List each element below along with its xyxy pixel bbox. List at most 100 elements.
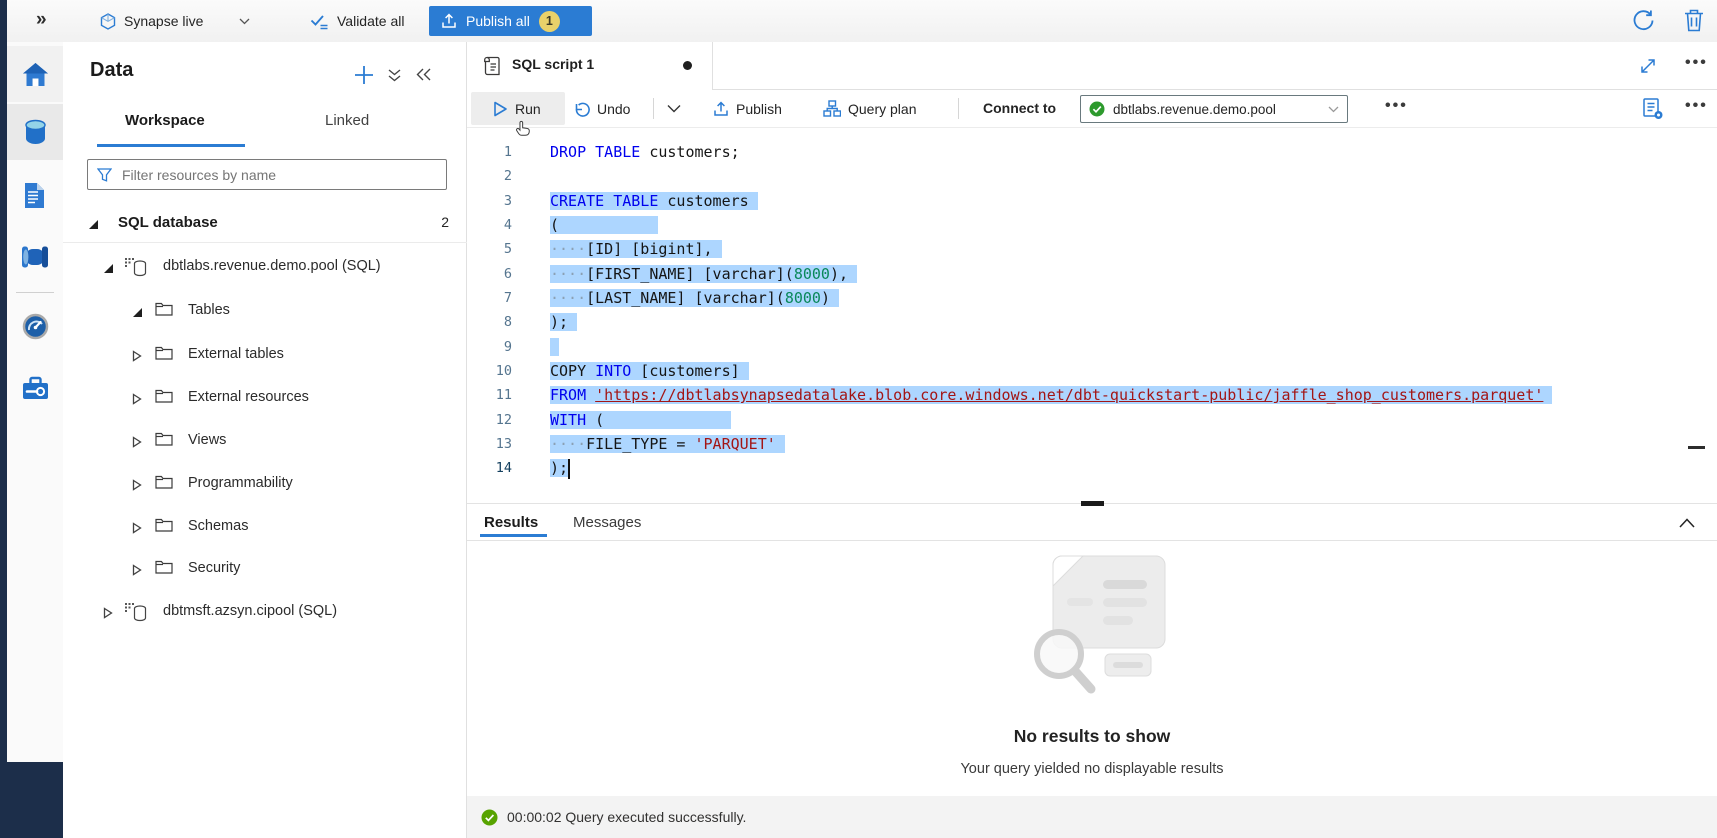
tree-item-label: dbtlabs.revenue.demo.pool (SQL) xyxy=(163,258,381,274)
line-number: 7 xyxy=(467,286,512,310)
tree-expander-icon[interactable] xyxy=(88,217,99,235)
tree-item-external-resources[interactable]: External resources xyxy=(63,380,466,418)
line-number: 8 xyxy=(467,310,512,334)
code-line[interactable]: 1DROP TABLE customers; xyxy=(467,140,1717,164)
tree-item-tables[interactable]: Tables xyxy=(63,293,466,331)
filter-funnel-icon xyxy=(97,168,112,182)
editor-more-actions-button[interactable]: ••• xyxy=(1685,97,1708,115)
tab-linked[interactable]: Linked xyxy=(325,112,369,129)
properties-button[interactable] xyxy=(1641,97,1665,124)
publish-upload-icon xyxy=(441,13,457,29)
panel-title: Data xyxy=(90,59,133,82)
code-line[interactable]: 5····[ID] [bigint], xyxy=(467,237,1717,261)
code-line-text: ····[LAST_NAME] [varchar](8000) xyxy=(550,286,839,310)
line-number: 9 xyxy=(467,335,512,359)
tree-item-schemas[interactable]: Schemas xyxy=(63,509,466,547)
plus-icon xyxy=(353,64,375,86)
tree-expander-icon[interactable] xyxy=(103,261,114,279)
rail-divider xyxy=(16,292,54,293)
code-line-text: ( xyxy=(550,213,658,237)
nav-develop-button[interactable] xyxy=(7,167,63,223)
nav-monitor-button[interactable] xyxy=(7,298,63,354)
run-button[interactable]: Run xyxy=(493,90,541,127)
tab-results[interactable]: Results xyxy=(484,514,538,531)
sql-code-editor[interactable]: 1DROP TABLE customers;23CREATE TABLE cus… xyxy=(467,128,1717,503)
nav-integrate-button[interactable] xyxy=(7,229,63,285)
code-line[interactable]: 14); xyxy=(467,456,1717,480)
tree-expander-icon[interactable] xyxy=(132,521,142,539)
publish-button[interactable]: Publish xyxy=(713,90,782,127)
mode-selector-dropdown[interactable]: Synapse live xyxy=(100,0,250,42)
undo-button[interactable]: Undo xyxy=(573,90,630,127)
publish-all-button[interactable]: Publish all 1 xyxy=(429,6,592,36)
tree-expander-icon[interactable] xyxy=(132,392,142,410)
code-line-text: WITH ( xyxy=(550,408,731,432)
tree-expander-icon[interactable] xyxy=(132,435,142,453)
splitter-drag-handle[interactable] xyxy=(1081,501,1104,506)
tree-expander-icon[interactable] xyxy=(103,606,113,624)
tab-more-actions-button[interactable]: ••• xyxy=(1685,54,1708,72)
tab-messages[interactable]: Messages xyxy=(573,514,641,531)
code-line[interactable]: 10COPY INTO [customers] xyxy=(467,359,1717,383)
code-line[interactable]: 6····[FIRST_NAME] [varchar](8000), xyxy=(467,262,1717,286)
tree-item-programmability[interactable]: Programmability xyxy=(63,466,466,504)
active-tab-underline xyxy=(97,144,245,147)
tree-expander-icon[interactable] xyxy=(132,563,142,581)
tree-item-label: SQL database xyxy=(118,214,218,231)
tree-item-label: External resources xyxy=(188,389,309,405)
tree-item-dbtlabs-revenue-demo-pool-sql[interactable]: dbtlabs.revenue.demo.pool (SQL) xyxy=(63,249,466,287)
validate-all-label: Validate all xyxy=(337,13,404,29)
expand-editor-icon[interactable] xyxy=(1639,57,1657,80)
line-number: 14 xyxy=(467,456,512,480)
code-line[interactable]: 3CREATE TABLE customers xyxy=(467,189,1717,213)
scrollbar-cursor-marker xyxy=(1688,446,1705,449)
tree-expander-icon[interactable] xyxy=(132,305,143,323)
expand-menu-icon[interactable]: » xyxy=(36,9,47,31)
filter-resources-input[interactable] xyxy=(120,166,446,184)
text-cursor xyxy=(568,459,570,479)
tree-item-label: Security xyxy=(188,560,240,576)
tab-sql-script-1[interactable]: SQL script 1 xyxy=(467,42,713,90)
tree-item-views[interactable]: Views xyxy=(63,423,466,461)
code-line[interactable]: 8); xyxy=(467,310,1717,334)
discard-trash-icon[interactable] xyxy=(1682,8,1706,38)
tree-item-sql-database[interactable]: SQL database2 xyxy=(63,205,466,243)
collapse-panel-button[interactable] xyxy=(415,67,432,87)
line-number: 11 xyxy=(467,383,512,407)
toolbar-more-button[interactable]: ••• xyxy=(1385,97,1408,115)
main-work-area: SQL script 1 ••• Run xyxy=(467,42,1717,838)
tree-item-label: External tables xyxy=(188,346,284,362)
tree-item-dbtmsft-azsyn-cipool-sql[interactable]: dbtmsft.azsyn.cipool (SQL) xyxy=(63,594,466,632)
collapse-all-button[interactable] xyxy=(387,68,402,88)
tree-item-external-tables[interactable]: External tables xyxy=(63,337,466,375)
code-line[interactable]: 12WITH ( xyxy=(467,408,1717,432)
refresh-icon[interactable] xyxy=(1632,9,1655,37)
code-line[interactable]: 13····FILE_TYPE = 'PARQUET' xyxy=(467,432,1717,456)
code-line[interactable]: 4( xyxy=(467,213,1717,237)
code-line[interactable]: 9 xyxy=(467,335,1717,359)
collapse-results-chevron[interactable] xyxy=(1679,515,1695,533)
query-plan-button[interactable]: Query plan xyxy=(823,90,916,127)
editor-toolbar: Run Undo xyxy=(467,90,1717,128)
publish-upload-icon xyxy=(713,101,729,117)
query-plan-label: Query plan xyxy=(848,101,916,117)
tree-item-security[interactable]: Security xyxy=(63,551,466,589)
code-line-text: CREATE TABLE customers xyxy=(550,189,758,213)
data-cylinder-icon xyxy=(23,119,48,146)
connect-to-pool-dropdown[interactable]: dbtlabs.revenue.demo.pool xyxy=(1080,95,1348,123)
code-line[interactable]: 2 xyxy=(467,164,1717,188)
nav-data-button[interactable] xyxy=(7,104,63,160)
tree-expander-icon[interactable] xyxy=(132,349,142,367)
add-resource-button[interactable] xyxy=(353,64,375,91)
data-explorer-panel: Data Workspace Linked SQL database2 xyxy=(63,42,467,838)
code-line[interactable]: 7 ····[LAST_NAME] [varchar](8000) xyxy=(467,286,1717,310)
validate-all-button[interactable]: Validate all xyxy=(310,0,404,42)
nav-manage-button[interactable] xyxy=(7,360,63,416)
tree-expander-icon[interactable] xyxy=(132,478,142,496)
nav-home-button[interactable] xyxy=(7,46,63,102)
undo-split-chevron[interactable] xyxy=(667,90,681,127)
rail-bottom-block xyxy=(0,762,63,838)
tab-workspace[interactable]: Workspace xyxy=(125,112,205,129)
code-line[interactable]: 11FROM 'https://dbtlabsynapsedatalake.bl… xyxy=(467,383,1717,407)
tab-title: SQL script 1 xyxy=(512,56,594,72)
